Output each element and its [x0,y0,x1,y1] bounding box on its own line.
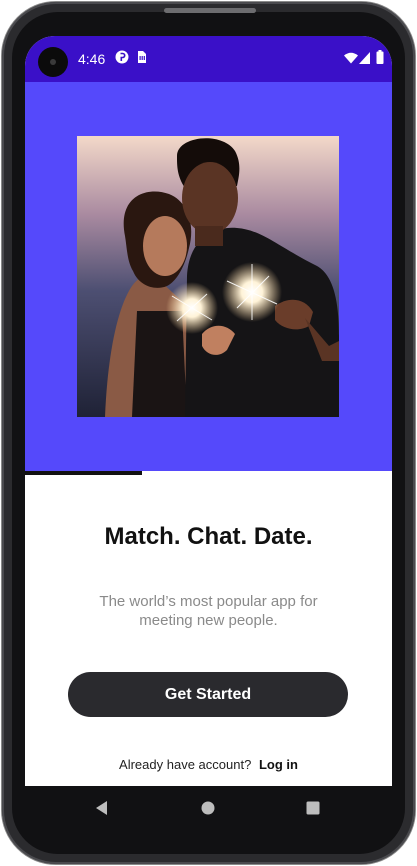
back-icon[interactable] [92,798,112,823]
status-bar: 4:46 [25,36,392,82]
get-started-button[interactable]: Get Started [68,672,348,717]
app-screen: 4:46 Match. Chat. Date. The world’s most… [25,36,392,786]
onboarding-progress-bar [25,471,392,475]
front-camera [38,47,68,77]
onboarding-progress-fill [25,471,143,475]
page-subtitle: The world’s most popular app for meeting… [99,593,318,629]
battery-icon [376,50,384,69]
couple-with-sparklers-photo [77,136,339,417]
page-title: Match. Chat. Date. [104,523,313,550]
wifi-icon [344,51,358,69]
recents-icon[interactable] [303,798,323,823]
earpiece-slot [164,8,256,13]
home-icon[interactable] [198,798,218,823]
status-time: 4:46 [78,51,106,67]
login-row: Already have account? Log in [25,757,392,772]
pinterest-icon [115,50,129,69]
log-in-link[interactable]: Log in [259,757,298,772]
login-prompt: Already have account? [119,757,252,772]
sim-card-icon [136,50,147,69]
signal-icon [359,51,370,69]
hero-banner [25,82,392,471]
system-navigation-bar [25,786,392,830]
